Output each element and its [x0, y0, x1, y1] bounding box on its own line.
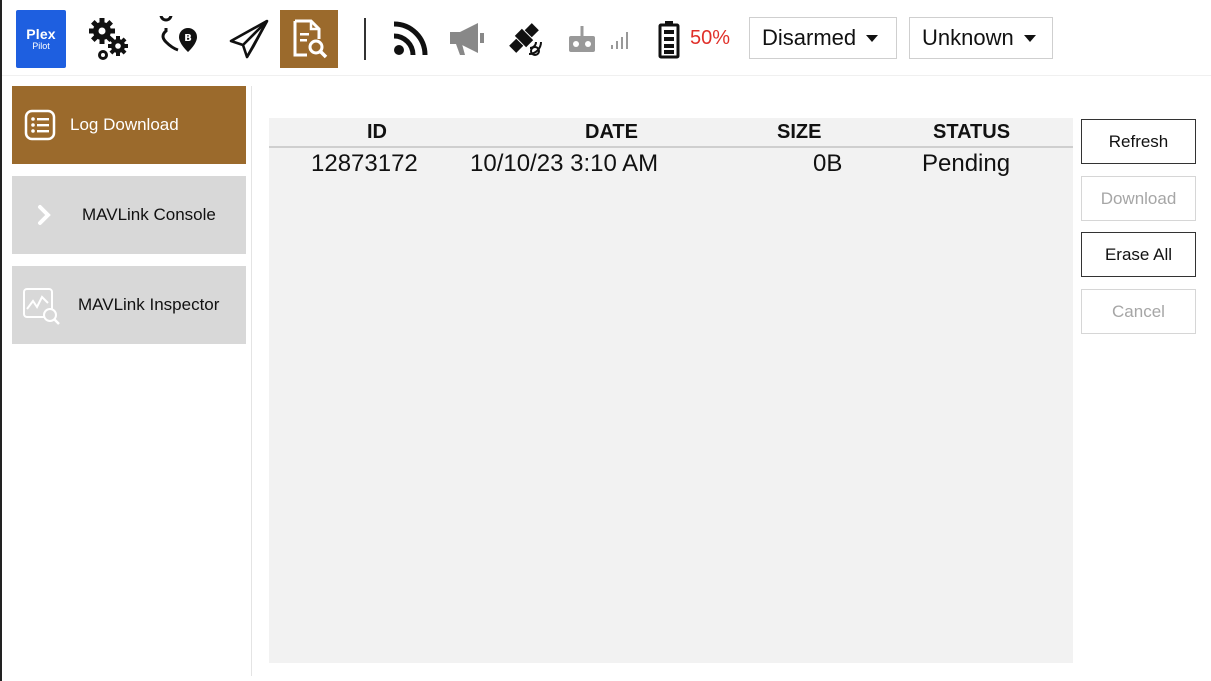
sidebar-item-mavlink-console[interactable]: MAVLink Console [12, 176, 246, 254]
sidebar-item-label: MAVLink Console [82, 205, 216, 224]
battery-percent: 50% [690, 27, 731, 49]
sidebar-item-log-download[interactable]: Log Download [12, 86, 246, 164]
logo-line2: Pilot [32, 41, 50, 51]
sidebar-item-label: Log Download [70, 115, 179, 134]
col-header-status[interactable]: STATUS [933, 121, 1010, 144]
plan-route-icon[interactable]: B [152, 10, 206, 68]
toolbar-separator [364, 18, 366, 60]
sidebar-divider [251, 86, 252, 676]
logo-line1: Plex [26, 26, 56, 42]
inspector-chart-icon [22, 285, 62, 325]
col-header-date[interactable]: DATE [585, 121, 638, 144]
chevron-right-icon [32, 202, 58, 228]
log-table: ID DATE SIZE STATUS 12873172 10/10/23 3:… [269, 118, 1073, 663]
flight-mode-dropdown[interactable]: Unknown [909, 17, 1053, 59]
chevron-down-icon [1023, 34, 1036, 42]
top-toolbar: Plex Pilot B 50% Disarmed Unknown [2, 0, 1211, 76]
log-size: 0B [813, 150, 843, 177]
rc-remote-icon[interactable] [564, 10, 600, 68]
flight-mode-value: Unknown [922, 25, 1014, 50]
log-status: Pending [922, 150, 1011, 177]
analyze-document-icon[interactable] [280, 10, 338, 68]
table-header: ID DATE SIZE STATUS [269, 118, 1073, 148]
cancel-button[interactable]: Cancel [1081, 289, 1196, 334]
table-row[interactable]: 12873172 10/10/23 3:10 AM 0B Pending [269, 150, 1073, 180]
erase-all-button[interactable]: Erase All [1081, 232, 1196, 277]
download-button[interactable]: Download [1081, 176, 1196, 221]
col-header-size[interactable]: SIZE [777, 121, 821, 144]
signal-bars-icon [606, 10, 636, 68]
gps-satellite-icon[interactable] [500, 10, 550, 68]
telemetry-signal-icon[interactable] [386, 10, 434, 68]
sidebar-item-mavlink-inspector[interactable]: MAVLink Inspector [12, 266, 246, 344]
log-id: 12873172 [311, 150, 418, 177]
arm-status-value: Disarmed [762, 25, 857, 50]
refresh-button[interactable]: Refresh [1081, 119, 1196, 164]
svg-text:B: B [184, 33, 192, 44]
fly-paper-plane-icon[interactable] [222, 10, 276, 68]
arm-status-dropdown[interactable]: Disarmed [749, 17, 897, 59]
settings-gears-icon[interactable] [82, 10, 136, 68]
plexpilot-logo[interactable]: Plex Pilot [16, 10, 66, 68]
list-icon [24, 109, 56, 141]
megaphone-icon[interactable] [442, 10, 492, 68]
log-date: 10/10/23 3:10 AM [470, 150, 659, 177]
sidebar-item-label: MAVLink Inspector [78, 295, 220, 314]
col-header-id[interactable]: ID [367, 121, 387, 144]
battery-icon[interactable] [652, 10, 686, 68]
chevron-down-icon [866, 34, 879, 42]
